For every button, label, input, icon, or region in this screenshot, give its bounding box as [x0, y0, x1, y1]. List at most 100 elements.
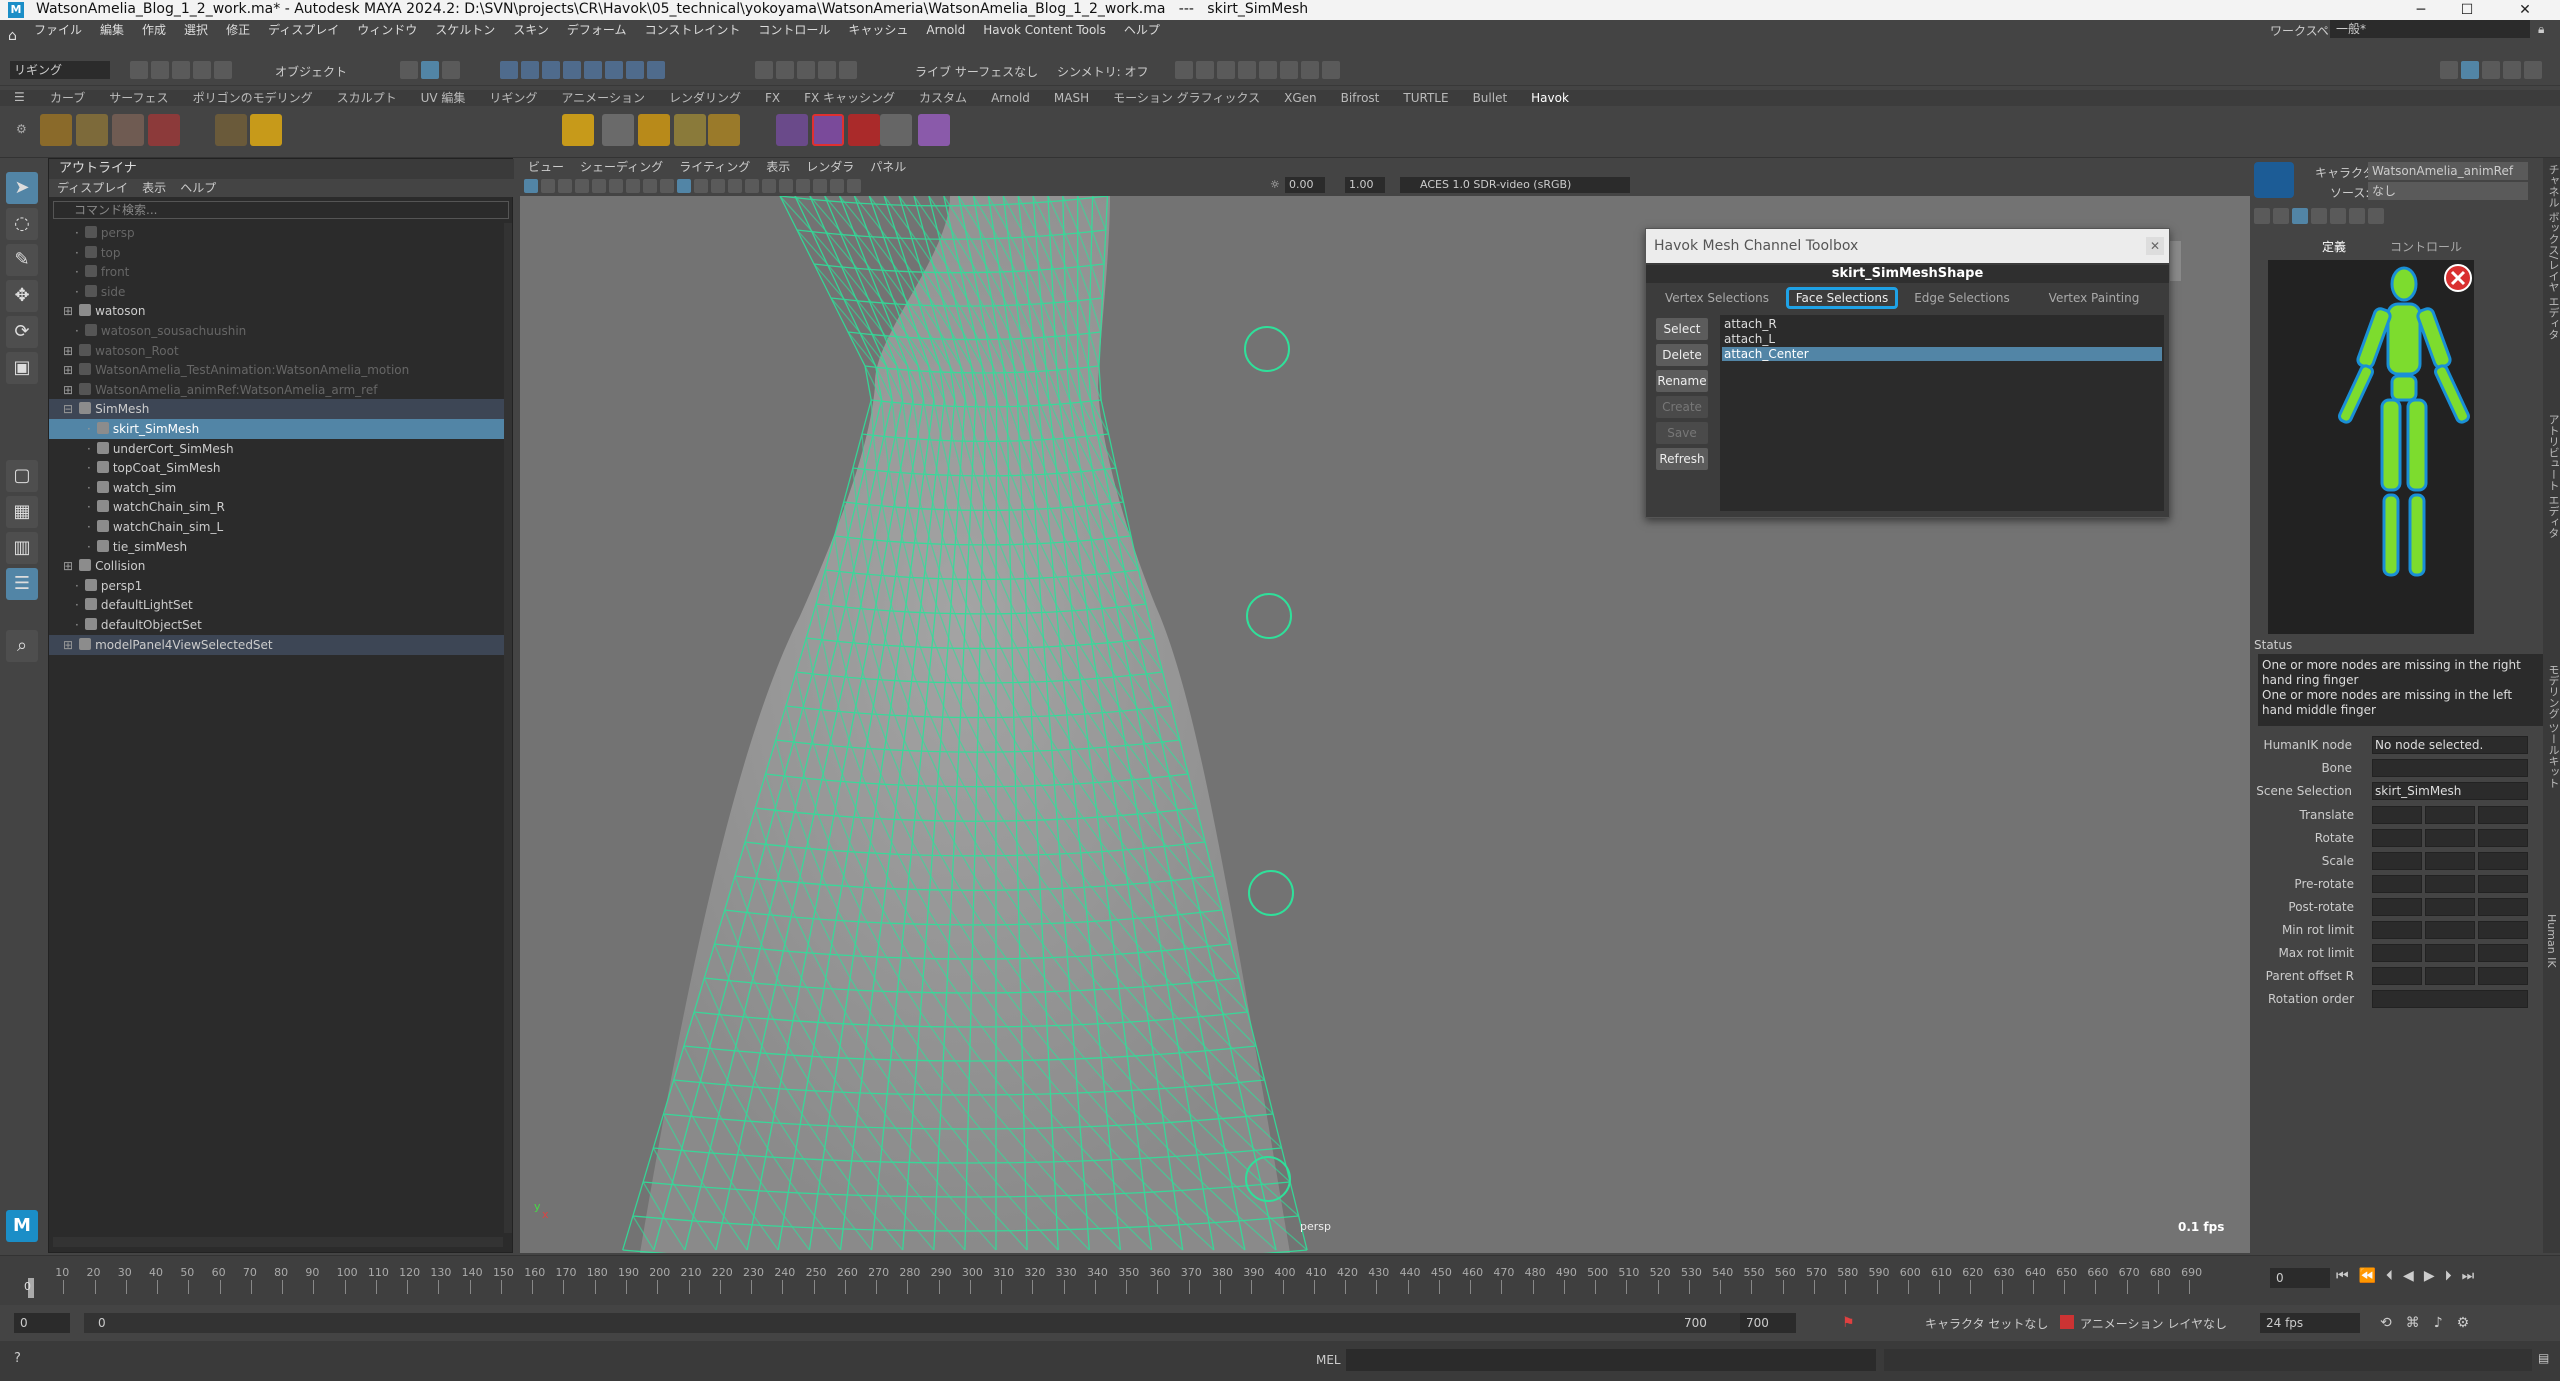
havok-tab[interactable]: Edge Selections: [1908, 287, 2016, 309]
gamma-field[interactable]: 1.00: [1345, 177, 1385, 193]
render-view-icon[interactable]: [1259, 61, 1277, 79]
menu-item[interactable]: Arnold: [926, 20, 965, 40]
havok-tool-8-icon[interactable]: [602, 114, 634, 146]
snap-point-icon[interactable]: [797, 61, 815, 79]
menu-item[interactable]: スキン: [513, 20, 549, 40]
outliner-row[interactable]: · tie_simMesh: [49, 537, 504, 557]
ao-icon[interactable]: [745, 178, 759, 193]
outliner-row[interactable]: ⊟ SimMesh: [49, 399, 504, 420]
selection-list-item[interactable]: attach_R: [1722, 317, 2162, 331]
rename-button[interactable]: Rename: [1656, 370, 1708, 392]
hik-transform-field[interactable]: [2478, 898, 2528, 916]
shadows-icon[interactable]: [728, 178, 742, 193]
film-gate-icon[interactable]: [609, 178, 623, 193]
delete-icon[interactable]: [2349, 208, 2365, 224]
menu-item[interactable]: コントロール: [758, 20, 830, 40]
add-icon[interactable]: [2254, 208, 2270, 224]
key-icon[interactable]: ⌘: [2406, 1315, 2434, 1331]
home-icon[interactable]: ⌂: [8, 28, 17, 44]
shelf-tab[interactable]: UV 編集: [409, 90, 478, 106]
mask-dynamics-icon[interactable]: [605, 61, 623, 79]
havok-tool-3-icon[interactable]: [112, 114, 144, 146]
prefs-icon[interactable]: ⚙: [2457, 1315, 2484, 1331]
hik-transform-field[interactable]: [2372, 852, 2422, 870]
image-plane-icon[interactable]: [575, 178, 589, 193]
shelf-tab[interactable]: FX: [753, 90, 792, 106]
hik-transform-field[interactable]: [2425, 806, 2475, 824]
hik-transform-field[interactable]: [2372, 944, 2422, 962]
select-tool-icon[interactable]: ➤: [6, 172, 38, 204]
outliner-row[interactable]: · skirt_SimMesh: [49, 419, 504, 439]
havok-tab[interactable]: Vertex Selections: [1656, 287, 1778, 309]
expand-toggle-icon[interactable]: ⊞: [63, 344, 73, 358]
shelf-tab[interactable]: カスタム: [907, 90, 979, 106]
expand-toggle-icon[interactable]: ⊞: [63, 304, 73, 318]
viewport-menu-item[interactable]: シェーディング: [580, 160, 663, 174]
script-editor-icon[interactable]: ▤: [2538, 1351, 2549, 1365]
havok-cloth-icon[interactable]: [776, 114, 808, 146]
open-icon[interactable]: [2311, 208, 2327, 224]
mask-handles-icon[interactable]: [500, 61, 518, 79]
menuset-select[interactable]: リギング: [10, 61, 110, 79]
havok-tool-16-icon[interactable]: [918, 114, 950, 146]
single-view-icon[interactable]: ▢: [6, 460, 38, 492]
time-slider[interactable]: 10 20 30 40 50 60 70 80 90 100 110 120 130 140 150 160 1…: [0, 1255, 2560, 1305]
menu-item[interactable]: 編集: [100, 20, 124, 40]
shelf-tab[interactable]: MASH: [1042, 90, 1101, 106]
shelf-tab[interactable]: リギング: [477, 90, 549, 106]
selection-list-item[interactable]: attach_Center: [1722, 347, 2162, 361]
tab-controls[interactable]: コントロール: [2390, 238, 2462, 255]
hik-transform-field[interactable]: [2372, 806, 2422, 824]
outliner-menu-item[interactable]: ヘルプ: [180, 181, 216, 195]
menu-item[interactable]: ファイル: [34, 20, 82, 40]
hik-transform-field[interactable]: [2478, 921, 2528, 939]
havok-tool-15-icon[interactable]: [880, 114, 912, 146]
search-icon[interactable]: ⌕: [6, 630, 38, 662]
script-language-label[interactable]: MEL: [1316, 1353, 1341, 1367]
shelf-tab[interactable]: FX キャッシング: [792, 90, 907, 106]
source-select[interactable]: なし: [2368, 182, 2528, 200]
outliner-row[interactable]: ⊞ WatsonAmelia_animRef:WatsonAmelia_arm_r…: [49, 380, 504, 400]
lock-icon[interactable]: 🔒︎: [2538, 22, 2544, 37]
shelf-tab[interactable]: Havok: [1519, 90, 1581, 106]
camera-attr-icon[interactable]: [541, 178, 555, 193]
mask-render-icon[interactable]: [626, 61, 644, 79]
minimize-icon[interactable]: ─: [2398, 0, 2444, 20]
hik-transform-field[interactable]: [2425, 852, 2475, 870]
snap-curve-icon[interactable]: [776, 61, 794, 79]
mask-curves-icon[interactable]: [542, 61, 560, 79]
mask-deform-icon[interactable]: [584, 61, 602, 79]
lasso-tool-icon[interactable]: ◌: [6, 208, 38, 240]
texture-icon[interactable]: [694, 178, 708, 193]
current-frame-field[interactable]: 0: [2270, 1268, 2330, 1288]
side-tab[interactable]: チャネル ボックス/レイヤ エディタ: [2545, 164, 2560, 340]
havok-tool-5-icon[interactable]: [215, 114, 247, 146]
menu-item[interactable]: ウィンドウ: [357, 20, 417, 40]
outliner-row[interactable]: · front: [49, 262, 504, 282]
viewport-menu-item[interactable]: 表示: [766, 160, 790, 174]
outliner-row[interactable]: · defaultObjectSet: [49, 615, 504, 635]
select-object-icon[interactable]: [421, 61, 439, 79]
havok-tool-7-icon[interactable]: [562, 114, 594, 146]
layer-editor-icon[interactable]: [2524, 61, 2542, 79]
scale-tool-icon[interactable]: ▣: [6, 352, 38, 384]
havok-toolbox-title[interactable]: Havok Mesh Channel Toolbox: [1646, 229, 2169, 263]
outliner-row[interactable]: ⊞ WatsonAmelia_TestAnimation:WatsonAmelia…: [49, 360, 504, 380]
anim-end-field[interactable]: 700: [1740, 1313, 1796, 1333]
hik-transform-field[interactable]: [2478, 875, 2528, 893]
outliner-row[interactable]: ⊞ modelPanel4ViewSelectedSet: [49, 634, 504, 655]
shelf-tab[interactable]: サーフェス: [97, 90, 180, 106]
arnold-render-icon[interactable]: [1280, 61, 1298, 79]
character-set-select[interactable]: キャラクタ セットなし: [1925, 1315, 2048, 1332]
four-view-icon[interactable]: ▦: [6, 496, 38, 528]
havok-tool-2-icon[interactable]: [76, 114, 108, 146]
havok-mesh-channel-icon[interactable]: [812, 114, 844, 146]
xray-joints-icon[interactable]: [847, 178, 861, 193]
xray-icon[interactable]: [830, 178, 844, 193]
new-scene-icon[interactable]: [130, 61, 148, 79]
viewport-menu-item[interactable]: ライティング: [679, 160, 750, 174]
havok-tool-11-icon[interactable]: [708, 114, 740, 146]
shelf-tab[interactable]: モーション グラフィックス: [1101, 90, 1272, 106]
hik-transform-field[interactable]: [2478, 806, 2528, 824]
tab-definition[interactable]: 定義: [2322, 238, 2346, 255]
